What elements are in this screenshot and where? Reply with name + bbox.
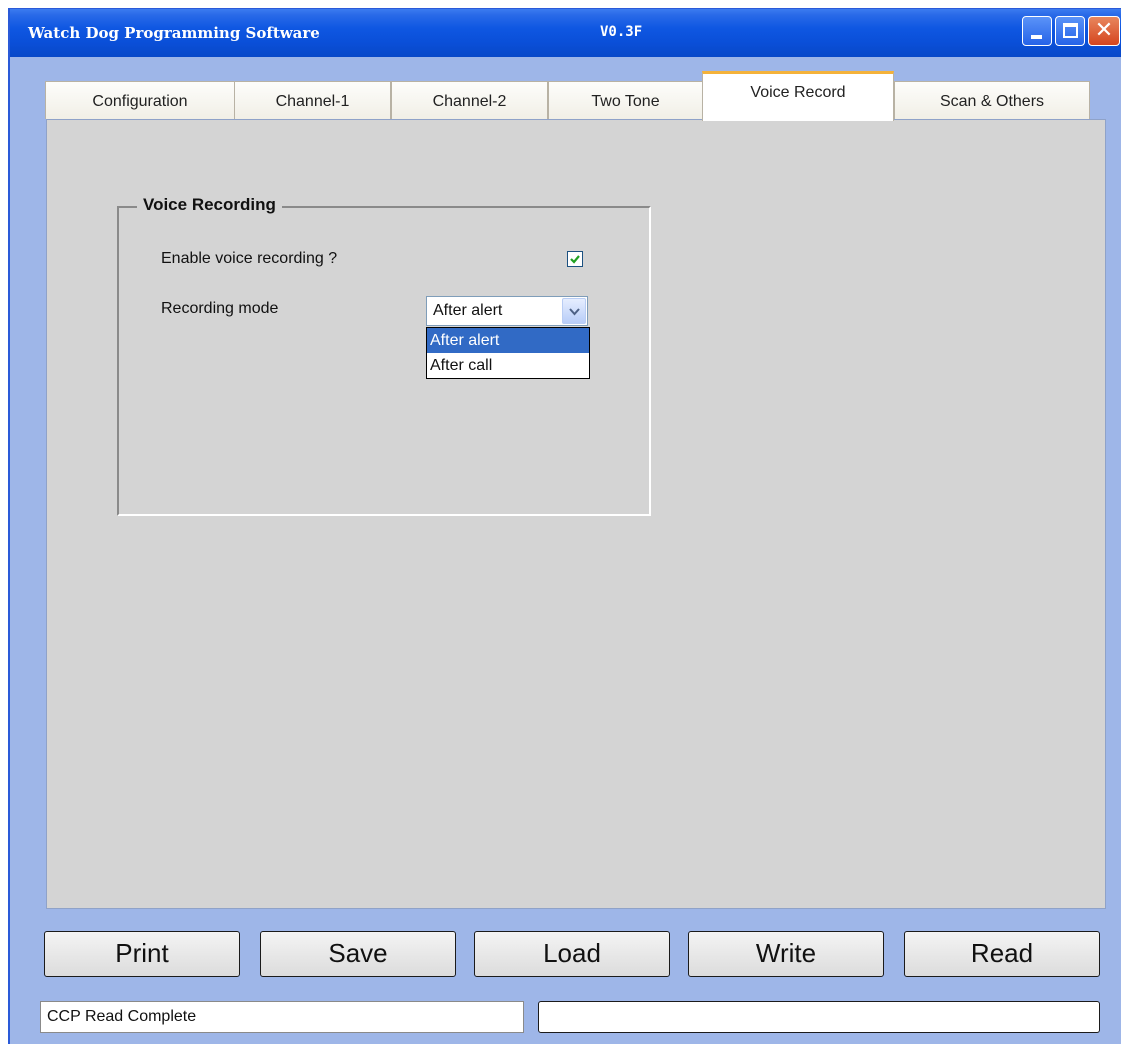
- tab-two-tone[interactable]: Two Tone: [548, 81, 703, 119]
- recording-mode-label: Recording mode: [161, 300, 279, 317]
- voice-record-panel: Voice Recording Enable voice recording ?…: [46, 119, 1106, 909]
- enable-recording-checkbox[interactable]: [567, 251, 583, 267]
- close-button[interactable]: ✕: [1088, 16, 1120, 46]
- minimize-icon: [1031, 35, 1042, 39]
- voice-recording-group: Voice Recording Enable voice recording ?…: [117, 195, 651, 516]
- maximize-icon: [1063, 23, 1078, 38]
- recording-mode-value: After alert: [433, 302, 503, 319]
- chevron-down-icon: [569, 308, 580, 316]
- status-progress: [538, 1001, 1100, 1033]
- tab-channel-2[interactable]: Channel-2: [391, 81, 548, 119]
- checkmark-icon: [570, 255, 580, 264]
- recording-mode-select[interactable]: After alert: [426, 296, 588, 326]
- enable-recording-label: Enable voice recording ?: [161, 250, 338, 267]
- option-after-call[interactable]: After call: [427, 353, 589, 378]
- option-after-alert[interactable]: After alert: [427, 328, 589, 353]
- title-bar[interactable]: Watch Dog Programming Software V0.3F ✕: [10, 9, 1121, 57]
- group-title: Voice Recording: [137, 195, 282, 215]
- minimize-button[interactable]: [1022, 16, 1052, 46]
- maximize-button[interactable]: [1055, 16, 1085, 46]
- client-area: Configuration Channel-1 Channel-2 Two To…: [10, 57, 1121, 1044]
- app-window: Watch Dog Programming Software V0.3F ✕ C…: [8, 8, 1121, 1044]
- read-button[interactable]: Read: [904, 931, 1100, 977]
- tab-configuration[interactable]: Configuration: [45, 81, 235, 119]
- dropdown-button[interactable]: [562, 298, 586, 324]
- recording-mode-dropdown: After alert After call: [426, 327, 590, 379]
- tab-channel-1[interactable]: Channel-1: [234, 81, 391, 119]
- window-title: Watch Dog Programming Software: [28, 24, 320, 42]
- close-icon: ✕: [1094, 18, 1114, 43]
- print-button[interactable]: Print: [44, 931, 240, 977]
- tab-scan-others[interactable]: Scan & Others: [894, 81, 1090, 119]
- tab-voice-record[interactable]: Voice Record: [702, 71, 894, 121]
- save-button[interactable]: Save: [260, 931, 456, 977]
- load-button[interactable]: Load: [474, 931, 670, 977]
- status-message: CCP Read Complete: [40, 1001, 524, 1033]
- write-button[interactable]: Write: [688, 931, 884, 977]
- window-version: V0.3F: [600, 24, 643, 40]
